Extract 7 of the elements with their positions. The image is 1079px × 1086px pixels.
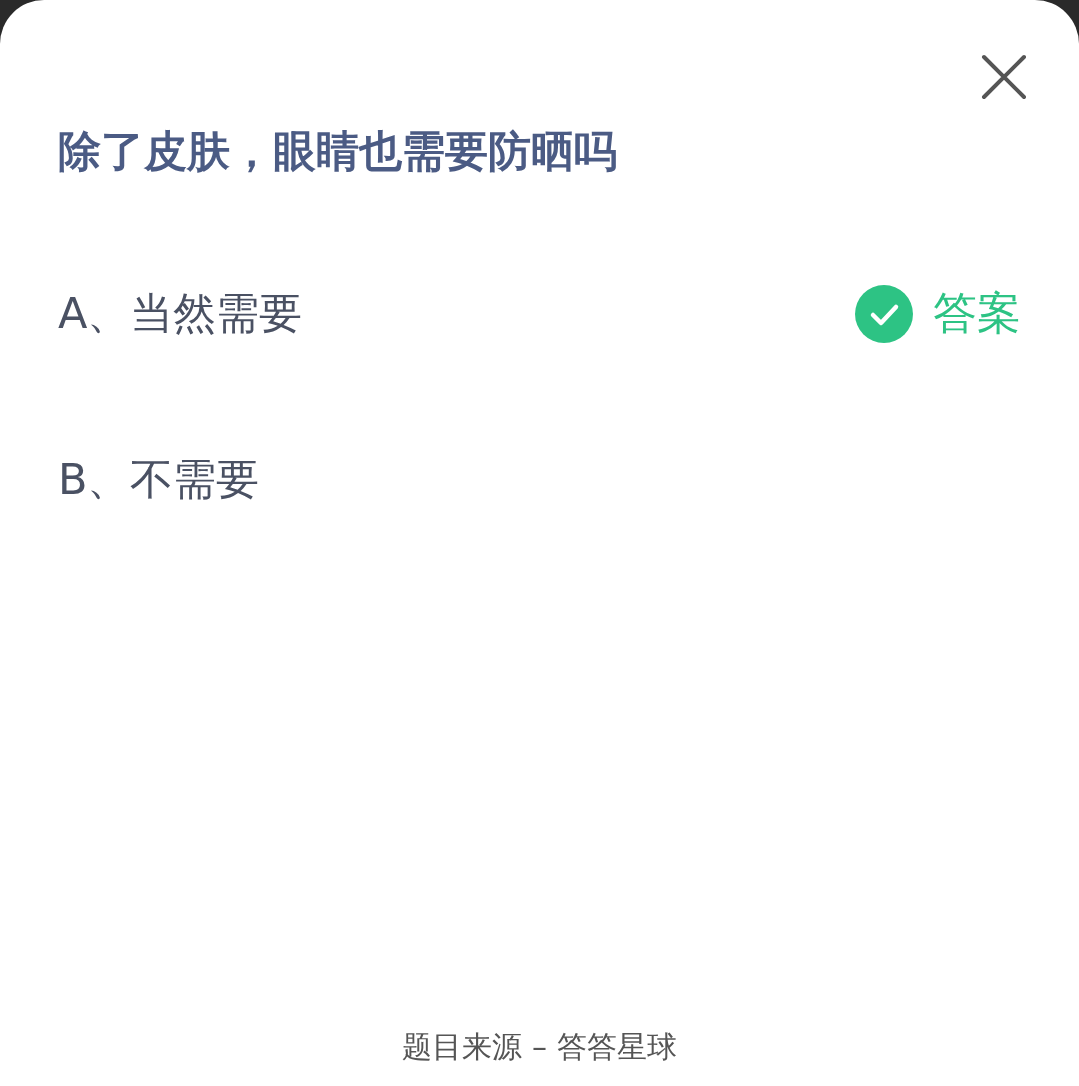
close-icon[interactable] — [981, 54, 1027, 100]
source-text: 题目来源 – 答答星球 — [401, 1028, 678, 1066]
answer-label: 答案 — [933, 286, 1021, 341]
option-text[interactable]: A、当然需要 — [58, 284, 303, 343]
check-icon — [855, 284, 913, 343]
question-text: 除了皮肤，眼睛也需要防晒吗 — [58, 126, 618, 178]
option-text[interactable]: B、不需要 — [58, 450, 260, 509]
